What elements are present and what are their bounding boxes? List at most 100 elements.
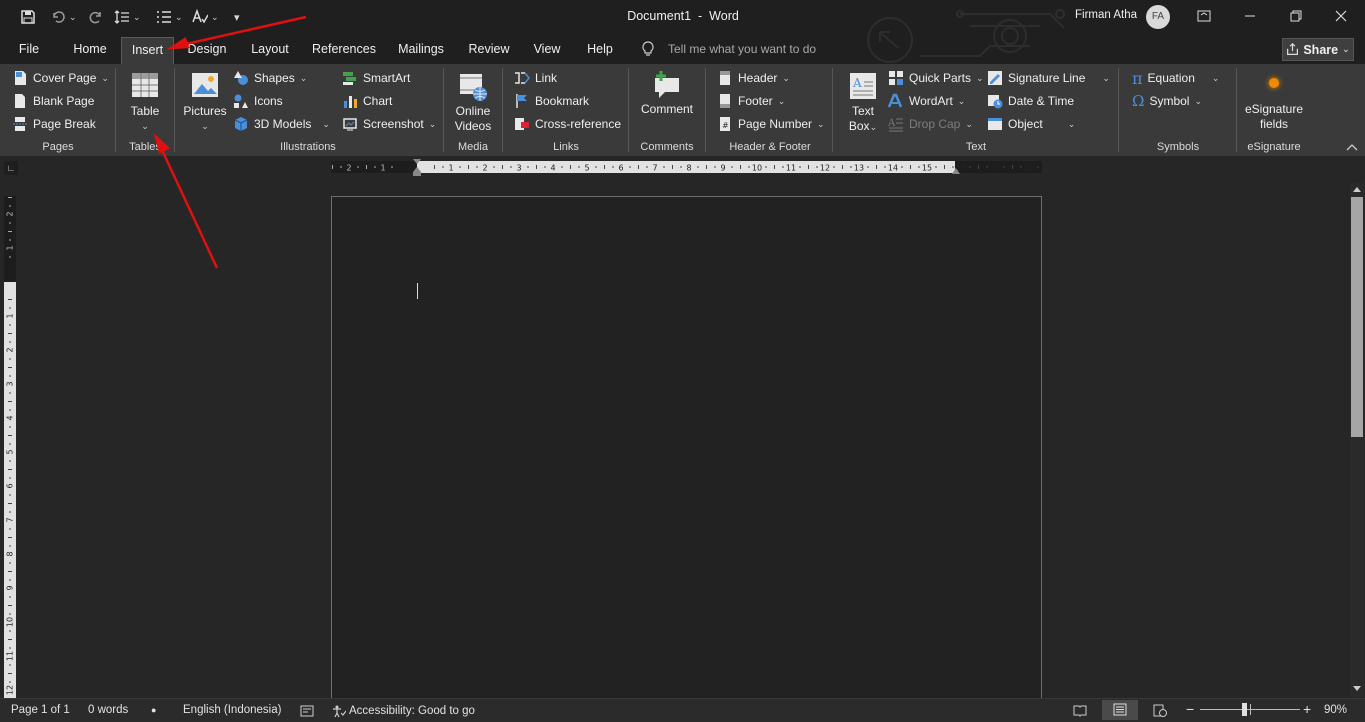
- avatar[interactable]: FA: [1146, 5, 1170, 29]
- footer-button[interactable]: Footer ⌄: [717, 91, 785, 111]
- save-button[interactable]: [20, 6, 36, 28]
- horizontal-ruler[interactable]: 2 1 1 2 3 4 5 6 7 8 9 10 11 12 13 14 15 16 17 18: [331, 161, 1042, 173]
- esignature-fields-button[interactable]: eSignature fields: [1242, 76, 1306, 132]
- ruler-tick-mark: [765, 166, 767, 168]
- equation-button[interactable]: π Equation ⌄: [1132, 68, 1219, 88]
- ruler-tick-mark: [434, 165, 435, 169]
- comment-button[interactable]: Comment: [636, 70, 698, 117]
- zoom-out-button[interactable]: −: [1186, 701, 1194, 717]
- vertical-scrollbar[interactable]: [1350, 183, 1364, 697]
- ruler-tick-label: 10: [752, 164, 762, 173]
- text-box-icon: A: [850, 73, 876, 99]
- tab-file[interactable]: File: [10, 37, 48, 64]
- document-page[interactable]: [331, 196, 1042, 701]
- shapes-button[interactable]: Shapes ⌄: [233, 68, 307, 88]
- ruler-tick-mark: [782, 166, 784, 168]
- macro-recording-icon[interactable]: ●: [151, 705, 156, 715]
- tab-layout[interactable]: Layout: [244, 37, 296, 64]
- ruler-tick-mark: [493, 166, 495, 168]
- ruler-tick-mark: [646, 166, 648, 168]
- share-button[interactable]: Share ⌄: [1282, 38, 1354, 61]
- tab-design[interactable]: Design: [181, 37, 233, 64]
- page-break-button[interactable]: Page Break: [12, 114, 96, 134]
- tab-mailings[interactable]: Mailings: [392, 37, 450, 64]
- icons-button[interactable]: Icons: [233, 91, 283, 111]
- customize-qat-button[interactable]: ▾: [234, 6, 240, 28]
- cross-reference-button[interactable]: Cross-reference: [514, 114, 621, 134]
- tab-review[interactable]: Review: [463, 37, 515, 64]
- ruler-tick-label: 9: [6, 585, 15, 590]
- language-indicator[interactable]: English (Indonesia): [183, 704, 281, 716]
- ruler-tick-mark: [391, 166, 393, 168]
- right-indent-marker[interactable]: [951, 167, 961, 175]
- header-button[interactable]: Header ⌄: [717, 68, 790, 88]
- wordart-button[interactable]: WordArt ⌄: [888, 91, 965, 111]
- ruler-tick-label: 4: [6, 415, 15, 420]
- ruler-tick-label: 17: [990, 164, 1000, 173]
- indent-marker[interactable]: [412, 159, 422, 177]
- signature-line-button[interactable]: Signature Line ⌄: [987, 68, 1110, 88]
- close-icon: [1335, 10, 1347, 22]
- web-layout-icon[interactable]: [1153, 704, 1167, 717]
- spelling-button[interactable]: ⌄: [192, 6, 219, 28]
- text-box-button[interactable]: A Text Box⌄: [842, 72, 884, 135]
- blank-page-button[interactable]: Blank Page: [12, 91, 94, 111]
- 3d-models-button[interactable]: 3D Models ⌄: [233, 114, 330, 134]
- table-icon: [132, 73, 158, 97]
- ruler-tick-mark: [604, 165, 605, 169]
- print-layout-view-button[interactable]: [1102, 700, 1138, 720]
- ribbon-display-icon: [1197, 10, 1211, 22]
- zoom-level[interactable]: 90%: [1324, 704, 1347, 716]
- ruler-tick-label: 13: [854, 164, 864, 173]
- minimize-button[interactable]: [1242, 8, 1258, 24]
- tab-help[interactable]: Help: [580, 37, 620, 64]
- user-name[interactable]: Firman Atha: [1075, 9, 1137, 21]
- quick-parts-button[interactable]: Quick Parts ⌄: [888, 68, 984, 88]
- online-videos-button[interactable]: Online Videos: [450, 72, 496, 134]
- group-separator: [628, 68, 629, 152]
- pictures-button[interactable]: Pictures ⌄: [182, 72, 228, 134]
- restore-button[interactable]: [1288, 8, 1304, 24]
- ribbon-display-options-button[interactable]: [1196, 8, 1212, 24]
- ruler-tick-label: 8: [686, 164, 691, 173]
- page-count[interactable]: Page 1 of 1: [11, 704, 70, 716]
- object-button[interactable]: Object ⌄: [987, 114, 1075, 134]
- ruler-tick-label: 2: [482, 164, 487, 173]
- chart-button[interactable]: Chart: [342, 91, 392, 111]
- zoom-slider-thumb[interactable]: [1242, 703, 1247, 716]
- word-count[interactable]: 0 words: [88, 704, 128, 716]
- tab-home[interactable]: Home: [64, 37, 116, 64]
- tell-me-search[interactable]: Tell me what you want to do: [640, 41, 816, 57]
- numbering-button[interactable]: ⌄: [156, 6, 183, 28]
- redo-button[interactable]: [88, 6, 104, 28]
- bookmark-button[interactable]: Bookmark: [514, 91, 589, 111]
- accessibility-checker[interactable]: Accessibility: Good to go: [332, 704, 475, 718]
- scroll-down-icon[interactable]: [1352, 685, 1362, 693]
- read-mode-icon[interactable]: [1073, 704, 1087, 717]
- text-predictions-icon[interactable]: [300, 704, 314, 718]
- undo-button[interactable]: ⌄: [50, 6, 77, 28]
- collapse-ribbon-button[interactable]: [1346, 142, 1358, 152]
- link-icon: [515, 72, 530, 84]
- cover-page-button[interactable]: Cover Page ⌄: [12, 68, 109, 88]
- tab-insert[interactable]: Insert: [121, 37, 174, 64]
- line-spacing-button[interactable]: ⌄: [114, 6, 141, 28]
- scrollbar-thumb[interactable]: [1351, 197, 1363, 437]
- page-number-button[interactable]: # Page Number ⌄: [717, 114, 825, 134]
- ruler-tick-mark: [8, 605, 12, 606]
- symbol-button[interactable]: Ω Symbol ⌄: [1132, 91, 1202, 111]
- link-button[interactable]: Link: [514, 68, 557, 88]
- vertical-ruler[interactable]: 2 1 1 2 3 4 5 6 7 8 9 10 11 12: [4, 196, 16, 702]
- tab-references[interactable]: References: [307, 37, 381, 64]
- date-time-button[interactable]: Date & Time: [987, 91, 1074, 111]
- close-button[interactable]: [1333, 8, 1349, 24]
- tab-view[interactable]: View: [526, 37, 568, 64]
- table-button[interactable]: Table ⌄: [124, 72, 166, 134]
- zoom-in-button[interactable]: +: [1303, 701, 1311, 717]
- smartart-button[interactable]: SmartArt: [342, 68, 410, 88]
- tab-selector[interactable]: ∟: [4, 161, 18, 175]
- scroll-up-icon[interactable]: [1352, 185, 1362, 193]
- ruler-tick-mark: [527, 166, 529, 168]
- screenshot-button[interactable]: Screenshot ⌄: [342, 114, 436, 134]
- drop-cap-button[interactable]: A Drop Cap ⌄: [888, 114, 973, 134]
